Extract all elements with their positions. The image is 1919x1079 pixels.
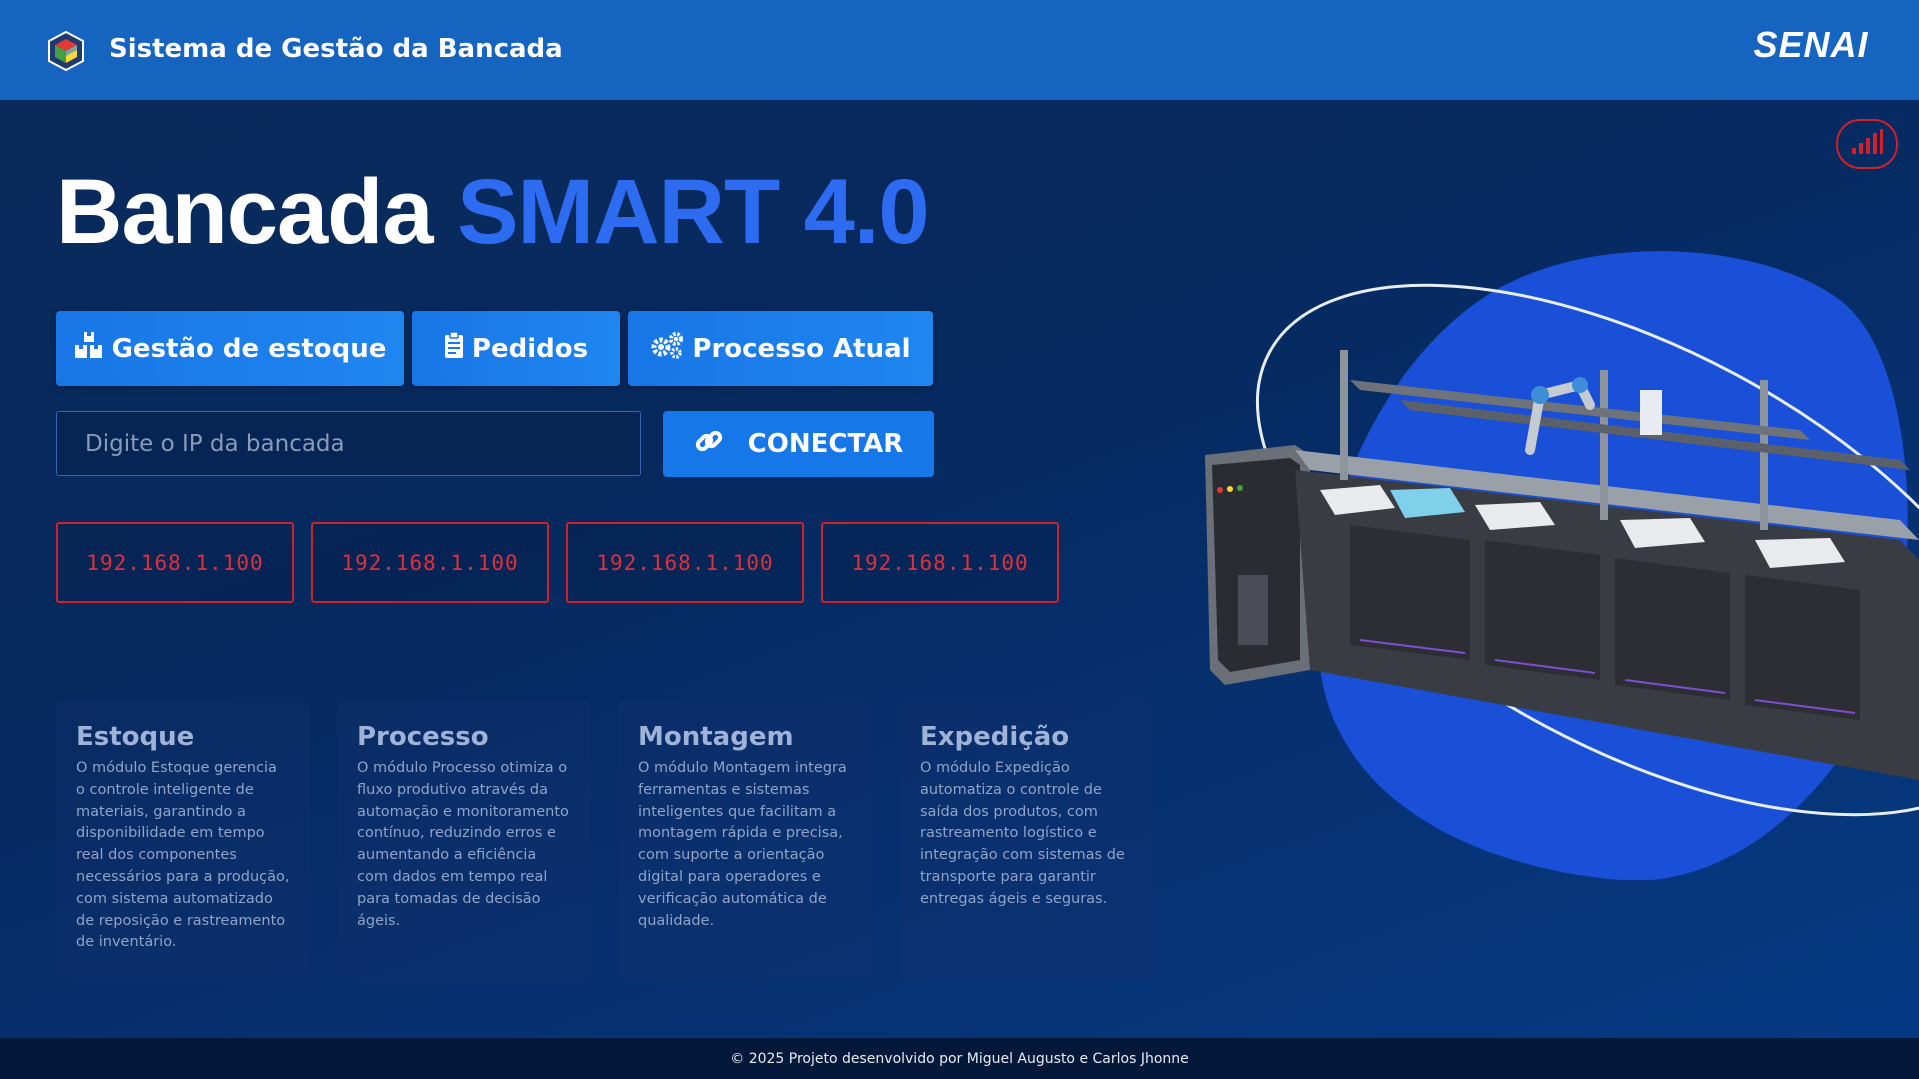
bench-illustration [1200,240,1919,881]
module-title: Estoque [76,722,195,752]
current-process-button[interactable]: Processo Atual [628,311,933,386]
ip-slot-value: 192.168.1.100 [851,550,1029,575]
footer: © 2025 Projeto desenvolvido por Miguel A… [0,1038,1919,1079]
signal-bars-icon [1850,128,1884,160]
gears-icon [650,331,692,366]
module-description: O módulo Estoque gerencia o controle int… [76,760,290,951]
module-card-estoque: Estoque O módulo Estoque gerencia o cont… [56,700,310,980]
module-title: Montagem [638,722,794,752]
stock-management-button[interactable]: Gestão de estoque [56,311,404,386]
ip-slot-value: 192.168.1.100 [596,550,774,575]
footer-credits: © 2025 Projeto desenvolvido por Miguel A… [730,1050,1189,1067]
orders-label: Pedidos [471,333,589,364]
connect-button[interactable]: CONECTAR [663,411,934,477]
boxes-icon [74,331,112,366]
ip-slot-value: 192.168.1.100 [86,550,264,575]
module-title: Expedição [920,722,1070,752]
ip-slot-4[interactable]: 192.168.1.100 [821,522,1059,603]
link-icon [694,426,748,463]
connect-label: CONECTAR [747,429,904,459]
module-description: O módulo Processo otimiza o fluxo produt… [357,760,569,929]
cube-logo-icon [46,30,86,72]
clipboard-icon [444,331,472,366]
module-description: O módulo Expedição automatiza o controle… [920,760,1125,907]
ip-slot-value: 192.168.1.100 [341,550,519,575]
senai-logo: SENAI [1735,24,1887,65]
ip-slot-1[interactable]: 192.168.1.100 [56,522,294,603]
current-process-label: Processo Atual [692,333,911,364]
module-description: O módulo Montagem integra ferramentas e … [638,760,847,929]
ip-slot-2[interactable]: 192.168.1.100 [311,522,549,603]
module-title: Processo [357,722,489,752]
hero-title-accent: SMART 4.0 [457,161,930,263]
top-header: Sistema de Gestão da Bancada SENAI [0,0,1919,100]
hero-title: Bancada SMART 4.0 [56,160,930,265]
ip-input[interactable] [56,411,641,476]
brand-name: SENAI [1753,24,1869,65]
connection-status-button[interactable] [1836,119,1898,169]
module-card-expedicao: Expedição O módulo Expedição automatiza … [900,700,1153,980]
app-title: Sistema de Gestão da Bancada [109,34,563,64]
module-card-processo: Processo O módulo Processo otimiza o flu… [337,700,591,980]
orders-button[interactable]: Pedidos [412,311,620,386]
module-card-montagem: Montagem O módulo Montagem integra ferra… [618,700,872,980]
ip-slot-3[interactable]: 192.168.1.100 [566,522,804,603]
hero-title-main: Bancada [56,161,433,263]
stock-management-label: Gestão de estoque [111,333,387,364]
